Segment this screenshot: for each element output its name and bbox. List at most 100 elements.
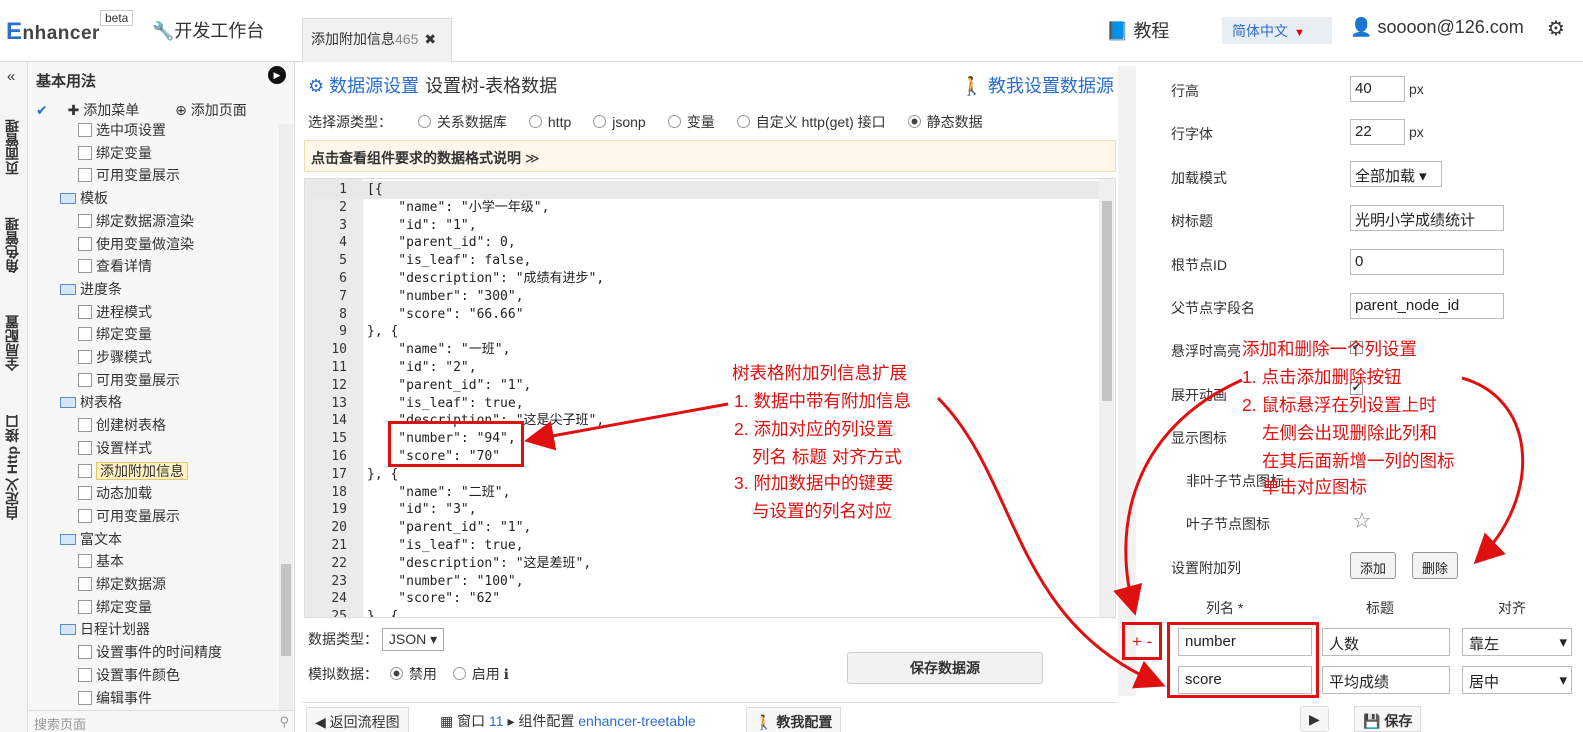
tree-scrollbar[interactable] [279,124,293,710]
run-button[interactable]: ▶ [1300,706,1329,732]
mock-enable-radio[interactable] [452,667,466,680]
add-page-button[interactable]: ⊕ 添加页面 [175,102,263,118]
parent-field-input[interactable]: parent_node_id [1350,293,1504,319]
code-line: 1 [{ [305,181,1105,199]
wrench-icon: 🔧 [152,21,175,41]
tree-page-item[interactable]: 绑定变量 [78,324,152,346]
radio-button[interactable] [528,115,542,128]
root-id-input[interactable]: 0 [1350,249,1504,275]
tree-page-item[interactable]: 步骤模式 [78,347,152,369]
nav-custom-http[interactable]: 自定义 Http 接口 [2,402,26,532]
nav-role-management[interactable]: 角色管理 [2,202,26,288]
annotation-text: 左侧会出现删除此列和 [1262,423,1437,443]
tree-folder[interactable]: 模板 [60,188,108,210]
tree-node-label: 基本 [96,553,124,570]
tutorial-link[interactable]: 📘 教程 [1106,17,1169,43]
source-type-option[interactable]: 关系数据库 [417,114,507,130]
radio-button[interactable] [417,115,431,128]
star-icon[interactable]: ☆ [1352,508,1372,534]
save-button[interactable]: 💾 保存 [1354,706,1422,732]
load-mode-select[interactable]: 全部加载 ▾ [1350,161,1442,187]
code-editor[interactable]: 1[{2 "name": "小学一年级", 3 "id": "1", 4 "pare… [304,178,1116,618]
user-menu[interactable]: 👤 soooon@126.com [1350,17,1524,38]
nav-global-config[interactable]: 全局配置 [2,300,26,386]
tree-folder[interactable]: 富文本 [60,529,122,551]
gear-icon[interactable]: ⚙ [1547,16,1565,41]
row-font-input[interactable]: 22 [1350,119,1405,145]
tree-node-label: 进程模式 [96,303,152,320]
tree-page-item[interactable]: 可用变量展示 [78,370,180,392]
column-title-input[interactable]: 平均成绩 [1322,666,1450,694]
logo[interactable]: Enhancer [6,18,100,46]
help-datasource-link[interactable]: 🚶 教我设置数据源 [961,72,1114,98]
tree-page-item[interactable]: 创建树表格 [78,415,166,437]
workbench-link[interactable]: 🔧开发工作台 [152,17,264,43]
tree-page-item[interactable]: 添加附加信息 [78,461,188,483]
search-page-input[interactable]: 搜索页面 ⚲ [28,710,294,732]
tree-page-item[interactable]: 可用变量展示 [78,506,180,528]
folder-icon [60,283,76,295]
delete-column-button[interactable]: 删除 [1412,552,1459,579]
tree-page-item[interactable]: 绑定数据源 [78,574,166,596]
radio-button[interactable] [907,115,921,128]
page-icon [78,123,92,137]
tree-page-item[interactable]: 动态加载 [78,483,152,505]
tree-node-label: 树表格 [80,394,122,411]
tree-page-item[interactable]: 基本 [78,551,124,573]
collapse-icon[interactable]: « [7,68,15,85]
tree-folder[interactable]: 日程计划器 [60,619,150,641]
tree-page-item[interactable]: 查看详情 [78,256,152,278]
tree-page-item[interactable]: 选中项设置 [78,120,166,142]
tree-page-item[interactable]: 绑定变量 [78,597,152,619]
highlight-box-plus-minus [1122,622,1162,660]
tree-title-input[interactable]: 光明小学成绩统计 [1350,205,1504,231]
source-type-option[interactable]: 静态数据 [907,114,983,130]
annotation-text: 1. 点击添加删除按钮 [1242,367,1402,387]
tree-page-item[interactable]: 绑定数据源渲染 [78,211,194,233]
line-number: 7 [339,288,347,304]
radio-button[interactable] [736,115,750,128]
data-type-select[interactable]: JSON ▾ [381,628,445,651]
radio-button[interactable] [667,115,681,128]
language-select[interactable]: 简体中文 ▼ [1222,17,1332,44]
pin-icon[interactable]: ✔ [36,102,48,118]
add-menu-button[interactable]: ✚ 添加菜单 [68,102,156,118]
source-type-option[interactable]: 变量 [667,114,715,130]
line-number: 2 [339,199,347,215]
tree-page-item[interactable]: 设置事件的时间精度 [78,642,222,664]
save-datasource-button[interactable]: 保存数据源 [847,652,1043,684]
tree-page-item[interactable]: 可用变量展示 [78,165,180,187]
tree-page-item[interactable]: 编辑事件 [78,688,152,710]
source-type-option[interactable]: 自定义 http(get) 接口 [736,114,886,130]
tree-node-label: 绑定变量 [96,144,152,161]
column-title-input[interactable]: 人数 [1322,628,1450,656]
code-text: "parent_id": 0, [367,235,516,251]
column-align-select[interactable]: 居中 ▾ [1462,666,1572,694]
column-align-select[interactable]: 靠左 ▾ [1462,628,1572,656]
tree-page-item[interactable]: 设置样式 [78,438,152,460]
play-icon[interactable]: ▶ [268,66,286,84]
tree-page-item[interactable]: 绑定变量 [78,143,152,165]
source-type-option[interactable]: http [528,114,571,130]
editor-scrollbar[interactable] [1099,179,1115,617]
tree-page-item[interactable]: 进程模式 [78,302,152,324]
tree-folder[interactable]: 树表格 [60,392,122,414]
format-hint[interactable]: 点击查看组件要求的数据格式说明 ≫ [304,140,1116,172]
source-type-option[interactable]: jsonp [593,114,646,130]
nav-page-management[interactable]: 页面管理 [2,104,26,190]
props-scrollbar[interactable] [1118,66,1136,696]
row-height-input[interactable]: 40 [1350,76,1405,102]
add-column-button[interactable]: 添加 [1350,552,1397,579]
close-icon[interactable]: ✖ [424,31,436,47]
scroll-down-icon[interactable]: ▼ [1132,680,1142,691]
radio-button[interactable] [593,115,607,128]
tree-page-item[interactable]: 使用变量做渲染 [78,234,194,256]
folder-icon [60,397,76,409]
mock-disable-radio[interactable] [389,667,403,680]
tree-page-item[interactable]: 设置事件颜色 [78,665,180,687]
back-to-flow-button[interactable]: ◀ 返回流程图 [306,707,409,732]
tree-folder[interactable]: 进度条 [60,279,122,301]
tab-add-extra-info[interactable]: 添加附加信息465 ✖ [302,18,452,62]
teach-config-button[interactable]: 🚶 教我配置 [746,707,842,732]
page-icon [78,168,92,183]
